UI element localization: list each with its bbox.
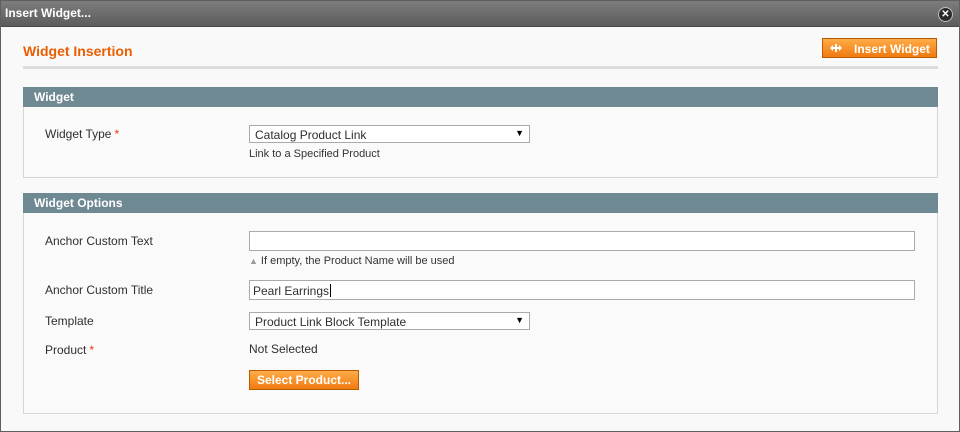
text-cursor: [330, 284, 332, 297]
dialog-titlebar[interactable]: Insert Widget... ✕: [1, 1, 959, 27]
header-divider: [23, 66, 938, 69]
template-value: Product Link Block Template: [255, 315, 407, 329]
anchor-text-input[interactable]: [249, 231, 915, 251]
widget-section-title: Widget: [34, 90, 74, 104]
dropdown-arrow-icon: ▼: [515, 315, 524, 325]
anchor-title-value: Pearl Earrings: [253, 284, 332, 298]
anchor-text-note: ▲ If empty, the Product Name will be used: [249, 255, 455, 267]
anchor-title-input[interactable]: Pearl Earrings: [249, 280, 915, 300]
product-label: Product *: [45, 343, 94, 357]
required-mark: *: [89, 343, 95, 357]
widget-type-label: Widget Type *: [45, 127, 119, 141]
anchor-title-value-text: Pearl Earrings: [253, 284, 330, 298]
dropdown-arrow-icon: ▼: [515, 128, 524, 138]
widget-type-select[interactable]: Catalog Product Link ▼: [249, 125, 530, 143]
move-arrows-icon: [830, 44, 842, 52]
insert-widget-dialog: Insert Widget... ✕ Widget Insertion Inse…: [0, 0, 960, 432]
widget-type-value: Catalog Product Link: [255, 128, 367, 142]
widget-type-note: Link to a Specified Product: [249, 148, 380, 160]
options-section-title: Widget Options: [34, 196, 123, 210]
select-product-button[interactable]: Select Product...: [249, 370, 359, 390]
template-select[interactable]: Product Link Block Template ▼: [249, 312, 530, 330]
required-mark: *: [114, 127, 120, 141]
insert-widget-button-label: Insert Widget: [854, 42, 930, 56]
template-label: Template: [45, 314, 94, 328]
options-section-header: Widget Options: [23, 193, 938, 213]
anchor-text-label: Anchor Custom Text: [45, 234, 153, 248]
widget-section-header: Widget: [23, 87, 938, 107]
dialog-title: Insert Widget...: [5, 6, 91, 20]
anchor-text-note-text: If empty, the Product Name will be used: [260, 255, 455, 267]
product-label-text: Product: [45, 343, 87, 357]
anchor-title-label: Anchor Custom Title: [45, 283, 154, 297]
triangle-up-icon: ▲: [249, 256, 258, 266]
widget-type-label-text: Widget Type: [45, 127, 112, 141]
page-title: Widget Insertion: [23, 43, 133, 59]
close-icon[interactable]: ✕: [938, 7, 953, 22]
insert-widget-button[interactable]: Insert Widget: [822, 38, 937, 58]
product-value: Not Selected: [249, 342, 318, 356]
